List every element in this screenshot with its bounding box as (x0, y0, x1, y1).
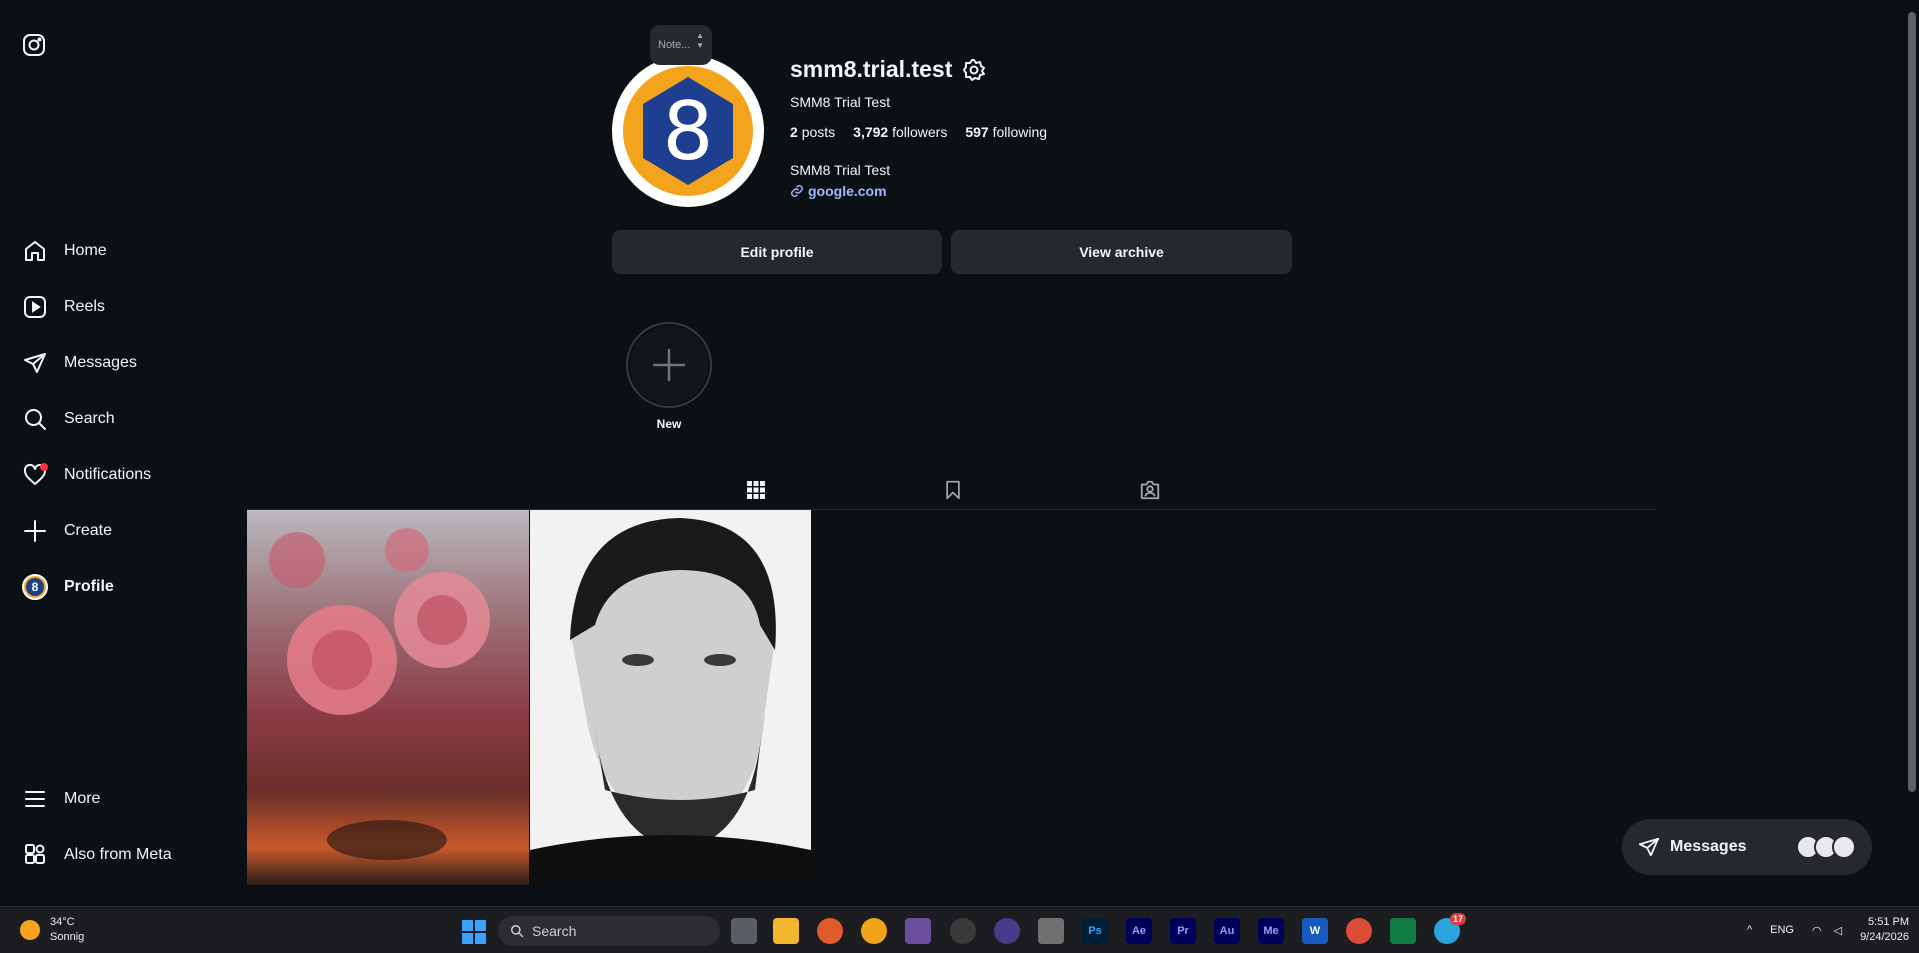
send-icon (22, 350, 48, 376)
sidebar-item-also-from-meta[interactable]: Also from Meta (10, 831, 235, 879)
windows-taskbar: 34°C Sonnig Search Ps Ae Pr Au Me W 17 ^… (0, 906, 1919, 953)
full-name: SMM8 Trial Test (790, 94, 891, 110)
weather-temp: 34°C (50, 916, 75, 928)
sidebar-item-home[interactable]: Home (10, 227, 235, 275)
task-view-icon[interactable] (731, 918, 757, 944)
sidebar-item-messages[interactable]: Messages (10, 339, 235, 387)
sidebar-item-create[interactable]: Create (10, 507, 235, 555)
notification-dot (40, 463, 48, 471)
messages-label: Messages (1670, 838, 1747, 855)
app-cube-icon[interactable] (1038, 918, 1064, 944)
sidebar-item-label: Reels (64, 298, 105, 315)
file-explorer-icon[interactable] (773, 918, 799, 944)
tab-posts[interactable] (724, 470, 788, 510)
instagram-logo-icon[interactable] (22, 33, 46, 57)
sidebar-item-label: Home (64, 242, 107, 259)
app-power-icon[interactable] (950, 918, 976, 944)
sidebar-item-label: Notifications (64, 466, 152, 483)
edit-profile-button[interactable]: Edit profile (612, 230, 942, 274)
tagged-icon (1140, 480, 1160, 500)
meta-grid-icon (22, 842, 48, 868)
plus-icon (22, 518, 48, 544)
profile-link[interactable]: google.com (790, 183, 887, 199)
note-scroll-arrows-icon: ▲ ▼ (696, 31, 704, 50)
pr-icon[interactable]: Pr (1170, 918, 1196, 944)
sidebar-item-reels[interactable]: Reels (10, 283, 235, 331)
chevron-up-icon[interactable]: ^ (1747, 924, 1752, 936)
tab-saved[interactable] (921, 470, 985, 510)
weather-widget[interactable]: 34°C Sonnig (20, 915, 84, 945)
bookmark-icon (946, 480, 960, 500)
chrome-icon[interactable] (1346, 918, 1372, 944)
avatar: 8 (22, 574, 48, 600)
sidebar-item-label: More (64, 790, 101, 807)
note-bubble[interactable]: Note... ▲ ▼ (650, 25, 712, 65)
note-text: Note... (658, 39, 691, 51)
new-highlight-label: New (656, 417, 682, 431)
plus-icon (652, 348, 686, 382)
post-thumbnail-portrait[interactable] (530, 510, 811, 885)
app-database-icon[interactable] (905, 918, 931, 944)
sidebar-item-label: Messages (64, 354, 137, 371)
sidebar: Home Reels Messages Search Notifications… (0, 0, 245, 906)
scroll-thumb[interactable] (1908, 12, 1916, 792)
sidebar-item-profile[interactable]: 8 Profile (10, 563, 235, 611)
message-avatars (1796, 835, 1856, 859)
view-archive-button[interactable]: View archive (951, 230, 1292, 274)
post-thumbnail-roses[interactable] (247, 510, 529, 885)
reels-icon (22, 294, 48, 320)
send-icon (1638, 837, 1660, 857)
bio-text: SMM8 Trial Test (790, 162, 891, 178)
weather-desc: Sonnig (50, 931, 85, 943)
sun-icon (20, 920, 40, 940)
messages-float-button[interactable]: Messages (1622, 819, 1872, 875)
profile-stats: 2 posts 3,792 followers 597 following (790, 124, 1065, 140)
ae-icon[interactable]: Ae (1126, 918, 1152, 944)
language-indicator[interactable]: ENG (1770, 924, 1794, 936)
telegram-icon[interactable]: 17 (1434, 913, 1466, 944)
clock[interactable]: 5:51 PM 9/24/2026 (1860, 915, 1909, 945)
word-icon[interactable]: W (1302, 918, 1328, 944)
new-highlight-button[interactable] (626, 322, 712, 408)
sidebar-item-label: Also from Meta (64, 846, 172, 863)
sidebar-item-notifications[interactable]: Notifications (10, 451, 235, 499)
telegram-badge: 17 (1449, 913, 1466, 925)
app-headphones-icon[interactable] (861, 918, 887, 944)
menu-icon (22, 786, 48, 812)
app-ring-icon[interactable] (994, 918, 1020, 944)
taskbar-search[interactable]: Search (498, 916, 720, 946)
username-row: smm8.trial.test (790, 56, 986, 83)
sidebar-item-search[interactable]: Search (10, 395, 235, 443)
me-icon[interactable]: Me (1258, 918, 1284, 944)
link-icon (791, 185, 803, 197)
windows-start-icon[interactable] (462, 920, 486, 944)
wifi-icon[interactable]: ◠ (1812, 924, 1822, 937)
following-stat[interactable]: 597 following (965, 124, 1047, 140)
heart-icon (22, 462, 48, 488)
system-tray: ^ ENG ◠ ◁ 5:51 PM 9/24/2026 (1747, 915, 1909, 945)
posts-stat: 2 posts (790, 124, 836, 140)
au-icon[interactable]: Au (1214, 918, 1240, 944)
volume-icon[interactable]: ◁ (1834, 924, 1842, 937)
grid-icon (747, 480, 765, 499)
sidebar-item-label: Search (64, 410, 115, 427)
sidebar-item-label: Create (64, 522, 113, 539)
tab-tagged[interactable] (1118, 470, 1182, 510)
settings-gear-icon[interactable] (962, 58, 986, 82)
search-icon (511, 925, 524, 938)
excel-icon[interactable] (1390, 918, 1416, 944)
home-icon (22, 238, 48, 264)
app-sunburst-icon[interactable] (817, 918, 843, 944)
sidebar-item-more[interactable]: More (10, 775, 235, 823)
search-icon (22, 406, 48, 432)
followers-stat[interactable]: 3,792 followers (853, 124, 947, 140)
page-scrollbar[interactable] (1905, 0, 1919, 906)
username: smm8.trial.test (790, 56, 953, 82)
profile-avatar[interactable]: 8 (612, 55, 764, 207)
sidebar-item-label: Profile (64, 578, 114, 595)
ps-icon[interactable]: Ps (1082, 918, 1108, 944)
avatar-digit: 8 (643, 77, 733, 185)
